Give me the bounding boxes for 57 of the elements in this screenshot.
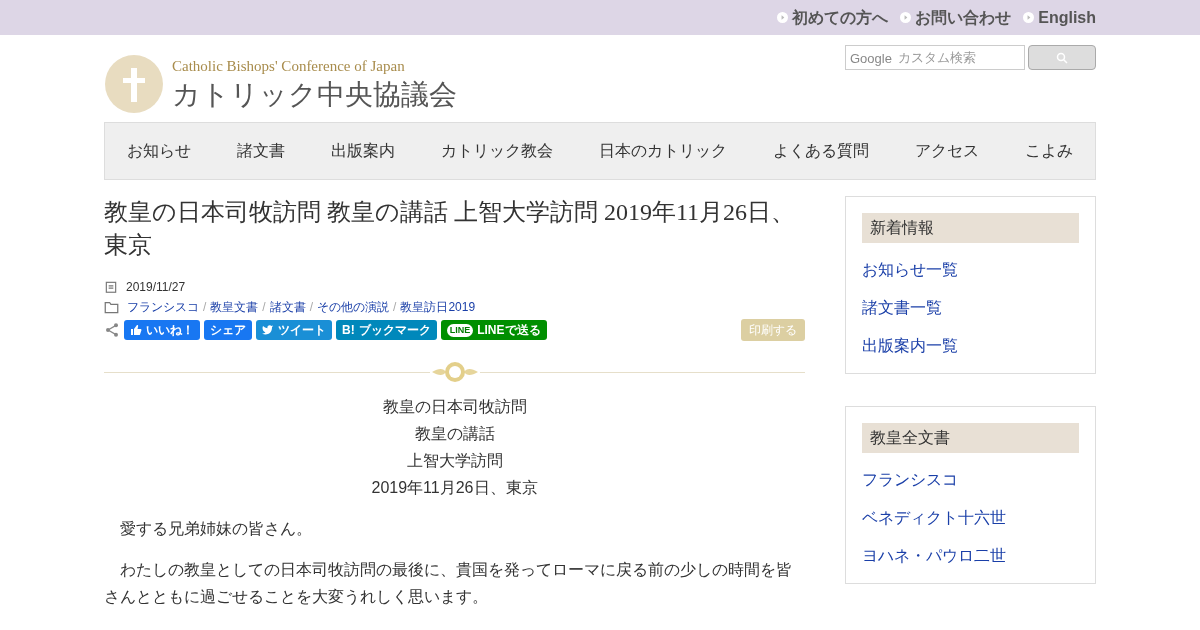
nav-item[interactable]: 日本のカトリック [599,139,727,163]
breadcrumb-separator: / [203,299,207,316]
tweet-share-button[interactable]: ツイート [256,320,332,340]
hatena-mark: B! [342,322,355,339]
share-share-button[interactable]: シェア [204,320,252,340]
nav-item[interactable]: アクセス [915,139,979,163]
bullet-icon [900,12,912,23]
sidebar-link[interactable]: ベネディクト十六世 [862,507,1079,529]
calendar-icon [104,280,118,294]
cross-logo-icon [104,53,164,114]
sidebar-link[interactable]: フランシスコ [862,469,1079,491]
category-link[interactable]: 諸文書 [269,298,306,316]
speech-heading-line: 教皇の講話 [414,424,495,444]
speech-heading-line: 教皇の日本司牧訪問 [382,397,527,417]
sidebar-heading: 教皇全文書 [862,423,1079,453]
nav-item[interactable]: お知らせ [127,139,191,163]
breadcrumb-separator: / [393,299,397,316]
logo-title: カトリック中央協議会 [172,78,457,113]
nav-item[interactable]: 諸文書 [237,139,285,163]
nav-item[interactable]: カトリック教会 [441,139,553,163]
breadcrumb-separator: / [309,299,314,316]
top-link[interactable]: English [1023,5,1096,30]
article-title: 教皇の日本司牧訪問 教皇の講話 上智大学訪問 2019年11月26日、東京 [104,198,797,260]
post-date: 2019/11/27 [126,279,186,296]
bookmark-share-button[interactable]: B! ブックマーク [336,320,437,340]
bullet-icon [1023,12,1035,23]
body-paragraph: 愛する兄弟姉妹の皆さん。 [119,519,313,539]
folder-icon [104,300,119,314]
logo-subtitle: Catholic Bishops' Conference of Japan [172,56,406,76]
nav-item[interactable]: よくある質問 [773,139,869,163]
category-link[interactable]: その他の演説 [317,298,390,316]
nav-item[interactable]: こよみ [1025,139,1073,163]
search-icon [1056,51,1068,64]
speech-heading-line: 上智大学訪問 [406,451,503,471]
speech-heading-line: 2019年11月26日、東京 [371,478,538,498]
line-share-button[interactable]: LINE LINEで送る [440,320,547,340]
category-link[interactable]: フランシスコ [127,298,199,316]
category-link[interactable]: 教皇訪日2019 [400,298,476,316]
google-brand: Google [850,50,892,68]
sidebar-heading: 新着情報 [862,213,1079,243]
top-link[interactable]: お問い合わせ [900,5,1012,30]
body-paragraph: わたしの教皇としての日本司牧訪問の最後に、貴国を発ってローマに戻る前の少しの時間を皆さんとともに過ごせることを大変うれしく思います。 [104,560,793,607]
search-button[interactable] [1028,45,1096,70]
breadcrumb-separator: / [262,299,266,316]
category-link[interactable]: 教皇文書 [210,298,259,316]
line-bubble-icon: LINE [446,323,474,337]
bird-icon [262,324,274,336]
bullet-icon [777,12,789,23]
share-icon [104,322,120,338]
sidebar-link[interactable]: ヨハネ・パウロ二世 [862,545,1079,567]
top-link[interactable]: 初めての方へ [777,5,889,30]
sidebar-link[interactable]: 諸文書一覧 [862,297,1079,319]
like-share-button[interactable]: いいね！ [124,320,200,340]
thumbs-up-icon [130,324,142,336]
sidebar-link[interactable]: お知らせ一覧 [862,259,1079,281]
sidebar-link[interactable]: 出版案内一覧 [862,335,1079,357]
nav-item[interactable]: 出版案内 [331,139,395,163]
